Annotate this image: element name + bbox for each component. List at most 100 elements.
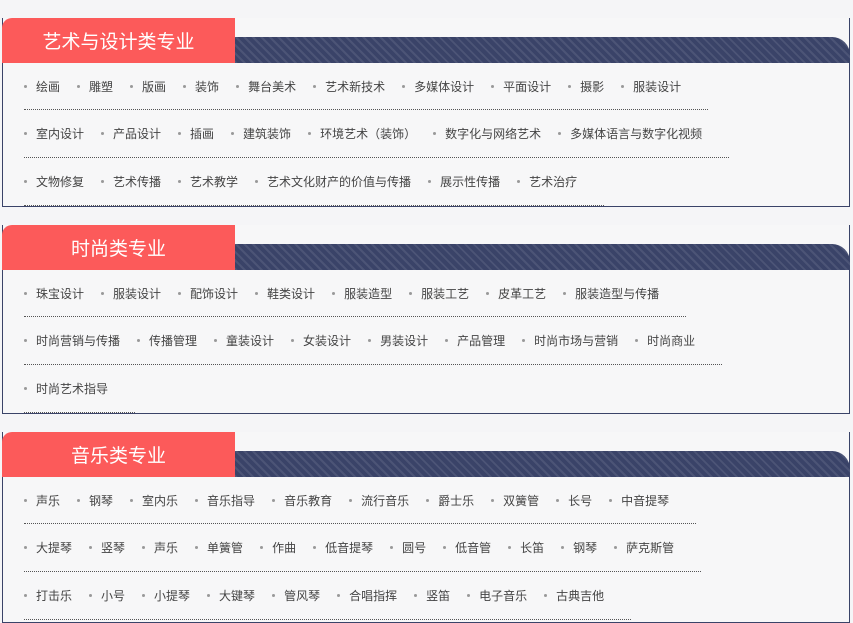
- bullet-icon: [178, 291, 182, 295]
- major-link[interactable]: 环境艺术（装饰）: [308, 125, 416, 142]
- bullet-icon: [24, 180, 27, 183]
- major-link[interactable]: 服装设计: [621, 78, 681, 95]
- major-label: 大键琴: [219, 589, 256, 603]
- major-link[interactable]: 艺术治疗: [517, 173, 577, 190]
- major-link[interactable]: 爵士乐: [426, 492, 474, 509]
- major-link[interactable]: 摄影: [568, 78, 604, 95]
- major-link[interactable]: 室内乐: [130, 492, 178, 509]
- major-link[interactable]: 古典吉他: [544, 587, 604, 604]
- major-link[interactable]: 艺术教学: [178, 173, 238, 190]
- major-link[interactable]: 男装设计: [368, 332, 428, 349]
- major-link[interactable]: 声乐: [142, 539, 178, 556]
- major-link[interactable]: 时尚营销与传播: [24, 332, 120, 349]
- bullet-icon: [24, 339, 27, 342]
- bullet-icon: [24, 546, 27, 549]
- bullet-icon: [561, 546, 565, 549]
- major-link[interactable]: 低音提琴: [313, 539, 373, 556]
- major-link[interactable]: 萨克斯管: [614, 539, 674, 556]
- major-link[interactable]: 版画: [130, 78, 166, 95]
- major-link[interactable]: 艺术新技术: [313, 78, 385, 95]
- bullet-icon: [308, 132, 312, 135]
- major-link[interactable]: 艺术文化财产的价值与传播: [255, 173, 411, 190]
- bullet-icon: [272, 594, 276, 597]
- major-label: 竖琴: [101, 541, 126, 555]
- major-label: 古典吉他: [556, 589, 605, 603]
- header-bar: [235, 244, 850, 270]
- major-link[interactable]: 绘画: [24, 78, 60, 95]
- major-link[interactable]: 管风琴: [272, 587, 320, 604]
- major-label: 环境艺术（装饰）: [320, 127, 417, 141]
- major-link[interactable]: 声乐: [24, 492, 60, 509]
- major-link[interactable]: 圆号: [390, 539, 426, 556]
- major-link[interactable]: 大提琴: [24, 539, 72, 556]
- major-link[interactable]: 文物修复: [24, 173, 84, 190]
- major-link[interactable]: 女装设计: [291, 332, 351, 349]
- major-link[interactable]: 音乐指导: [195, 492, 255, 509]
- major-link[interactable]: 单簧管: [195, 539, 243, 556]
- major-link[interactable]: 音乐教育: [272, 492, 332, 509]
- bullet-icon: [313, 84, 317, 88]
- major-link[interactable]: 竖琴: [89, 539, 125, 556]
- major-link[interactable]: 长号: [556, 492, 592, 509]
- major-link[interactable]: 插画: [178, 125, 214, 142]
- major-link[interactable]: 多媒体设计: [402, 78, 474, 95]
- major-link[interactable]: 服装工艺: [409, 285, 469, 302]
- major-link[interactable]: 珠宝设计: [24, 285, 84, 302]
- major-label: 中音提琴: [621, 493, 670, 508]
- major-label: 小号: [101, 589, 126, 603]
- bullet-icon: [130, 498, 134, 502]
- major-link[interactable]: 建筑装饰: [231, 125, 291, 142]
- major-link[interactable]: 时尚商业: [635, 332, 695, 349]
- bullet-icon: [491, 498, 495, 502]
- major-link[interactable]: 服装造型: [332, 285, 392, 302]
- major-link[interactable]: 艺术传播: [101, 173, 161, 190]
- major-link[interactable]: 多媒体语言与数字化视频: [558, 125, 702, 142]
- majors-page: 艺术与设计类专业 绘画 雕塑 版画 装饰 舞台美术 艺术新技术 多媒体设计 平面设计 摄影 服装设…: [0, 0, 853, 623]
- major-row: 绘画 雕塑 版画 装饰 舞台美术 艺术新技术 多媒体设计 平面设计 摄影 服装设计: [24, 63, 708, 110]
- major-link[interactable]: 雕塑: [77, 78, 113, 95]
- major-link[interactable]: 小提琴: [142, 587, 190, 604]
- major-link[interactable]: 装饰: [183, 78, 219, 95]
- major-link[interactable]: 配饰设计: [178, 285, 238, 302]
- major-link[interactable]: 传播管理: [137, 332, 197, 349]
- major-link[interactable]: 中音提琴: [609, 492, 669, 509]
- major-link[interactable]: 钢琴: [77, 492, 113, 509]
- major-link[interactable]: 双簧管: [491, 492, 539, 509]
- major-link[interactable]: 童装设计: [214, 332, 274, 349]
- major-link[interactable]: 室内设计: [24, 125, 84, 142]
- major-link[interactable]: 产品管理: [445, 332, 505, 349]
- major-label: 时尚艺术指导: [36, 382, 109, 396]
- bullet-icon: [609, 498, 613, 502]
- major-label: 室内设计: [36, 127, 85, 141]
- major-link[interactable]: 合唱指挥: [337, 587, 397, 604]
- major-link[interactable]: 鞋类设计: [255, 285, 315, 302]
- bullet-icon: [178, 180, 182, 183]
- major-link[interactable]: 皮革工艺: [486, 285, 546, 302]
- major-link[interactable]: 钢琴: [561, 539, 597, 556]
- major-link[interactable]: 流行音乐: [349, 492, 409, 509]
- major-label: 圆号: [402, 541, 427, 555]
- major-link[interactable]: 低音管: [443, 539, 491, 556]
- major-link[interactable]: 电子音乐: [467, 587, 527, 604]
- section-art-design: 艺术与设计类专业 绘画 雕塑 版画 装饰 舞台美术 艺术新技术 多媒体设计 平面设计 摄影 服装设…: [2, 18, 850, 207]
- major-link[interactable]: 时尚市场与营销: [522, 332, 618, 349]
- major-link[interactable]: 展示性传播: [428, 173, 500, 190]
- major-link[interactable]: 作曲: [260, 539, 296, 556]
- major-link[interactable]: 平面设计: [491, 78, 551, 95]
- major-link[interactable]: 竖笛: [414, 587, 450, 604]
- major-link[interactable]: 舞台美术: [236, 78, 296, 95]
- major-link[interactable]: 长笛: [508, 539, 544, 556]
- major-link[interactable]: 数字化与网络艺术: [433, 125, 541, 142]
- major-link[interactable]: 时尚艺术指导: [24, 380, 108, 397]
- major-link[interactable]: 服装设计: [101, 285, 161, 302]
- bullet-icon: [563, 291, 567, 295]
- major-link[interactable]: 打击乐: [24, 587, 72, 604]
- major-link[interactable]: 大键琴: [207, 587, 255, 604]
- major-label: 服装造型: [344, 286, 393, 301]
- major-row: 时尚艺术指导: [24, 365, 135, 413]
- bullet-icon: [260, 546, 264, 549]
- major-link[interactable]: 产品设计: [101, 125, 161, 142]
- major-link[interactable]: 小号: [89, 587, 125, 604]
- major-label: 服装造型与传播: [575, 286, 660, 301]
- major-link[interactable]: 服装造型与传播: [563, 285, 659, 302]
